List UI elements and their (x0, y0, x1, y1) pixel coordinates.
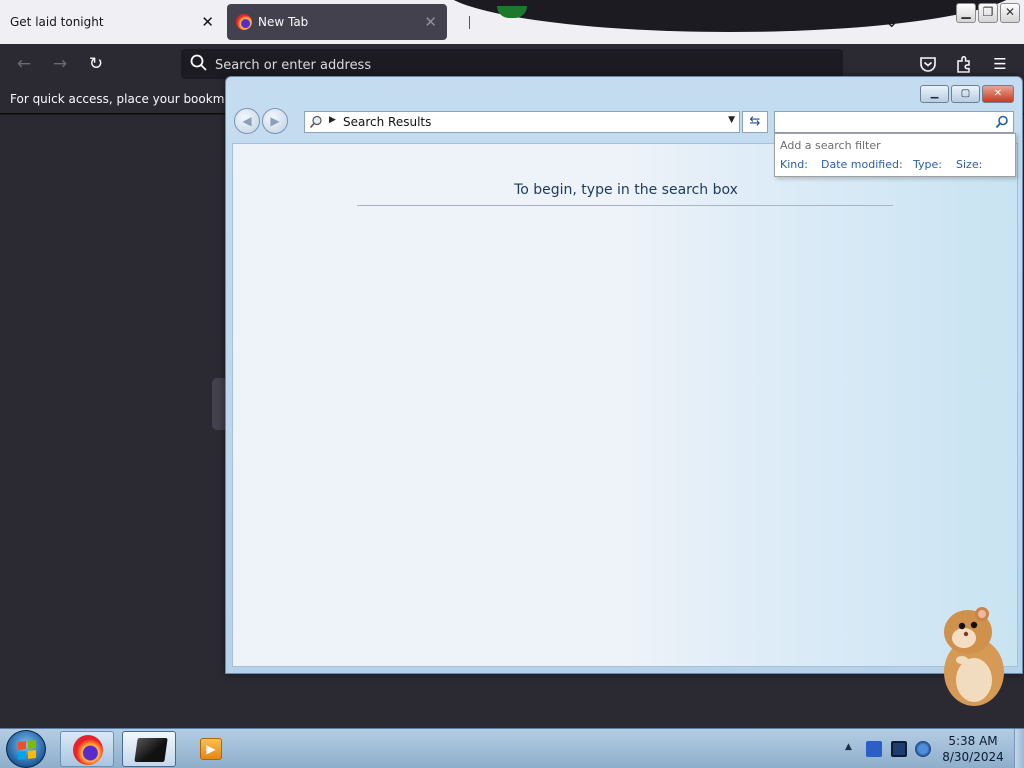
system-clock[interactable]: 5:38 AM 8/30/2024 (940, 733, 1006, 765)
explorer-window-icon (134, 738, 168, 762)
bookmarks-hint-text: For quick access, place your bookmarks h (10, 92, 262, 106)
filter-title: Add a search filter (780, 139, 881, 152)
forward-arrow-icon[interactable]: → (48, 52, 72, 76)
taskbar: ▶ ▲ 5:38 AM 8/30/2024 (0, 728, 1024, 768)
maximize-button[interactable]: ▢ (951, 85, 980, 103)
tab-new-tab[interactable]: New Tab ✕ (227, 4, 447, 40)
taskbar-firefox-button[interactable] (60, 731, 114, 767)
search-box[interactable] (774, 111, 1014, 133)
tab-close-icon[interactable]: ✕ (424, 13, 437, 31)
volume-icon[interactable] (915, 741, 931, 757)
filter-date-modified-link[interactable]: Date modified: (821, 158, 903, 171)
hamburger-menu-icon[interactable]: ☰ (990, 54, 1010, 74)
firefox-icon (73, 735, 103, 765)
search-icon (309, 115, 322, 129)
pocket-icon[interactable] (918, 54, 938, 74)
url-bar[interactable] (181, 49, 843, 79)
filter-size-link[interactable]: Size: (956, 158, 982, 171)
search-results-pane[interactable]: To begin, type in the search box (232, 143, 1018, 667)
back-arrow-icon[interactable]: ◀ (234, 108, 260, 134)
refresh-icon[interactable]: ⇆ (742, 111, 768, 133)
forward-arrow-icon[interactable]: ▶ (262, 108, 288, 134)
media-player-icon: ▶ (200, 738, 222, 760)
tab-get-laid-tonight[interactable]: Get laid tonight ✕ (0, 0, 226, 44)
network-monitor-icon[interactable] (891, 741, 907, 757)
filter-kind-link[interactable]: Kind: (780, 158, 808, 171)
tab-strip: Get laid tonight ✕ New Tab ✕ ⌄ ▁ ❐ ✕ (0, 0, 1024, 44)
theme-background-decoration (440, 0, 1020, 32)
dropdown-arrow-icon[interactable]: ▼ (728, 115, 735, 125)
search-icon[interactable] (995, 115, 1009, 129)
hamster-sticker-image (944, 607, 1004, 706)
firefox-icon (236, 14, 252, 30)
show-desktop-button[interactable] (1014, 729, 1024, 768)
search-icon (190, 54, 207, 71)
minimize-button[interactable]: ▁ (920, 85, 949, 103)
restore-button[interactable]: ❐ (978, 3, 998, 23)
explorer-nav-buttons: ◀ ▶ (234, 108, 288, 134)
tab-title: New Tab (258, 15, 309, 29)
explorer-window-controls: ▁ ▢ ✕ (920, 85, 1014, 103)
close-button[interactable]: ✕ (982, 85, 1014, 103)
explorer-address-bar[interactable]: ▶ Search Results ▼ (304, 111, 740, 133)
extensions-puzzle-icon[interactable] (954, 54, 974, 74)
chevron-down-icon[interactable]: ⌄ (885, 12, 898, 31)
breadcrumb[interactable]: Search Results (343, 115, 431, 129)
show-hidden-icons-arrow-icon[interactable]: ▲ (845, 742, 852, 752)
back-arrow-icon[interactable]: ← (12, 52, 36, 76)
tab-title: Get laid tonight (10, 15, 104, 29)
explorer-search-window: ▁ ▢ ✕ ◀ ▶ ▶ Search Results ▼ ⇆ To begin,… (225, 76, 1023, 674)
search-filter-dropdown: Add a search filter Kind: Date modified:… (774, 133, 1016, 177)
search-input[interactable] (778, 114, 988, 130)
address-input[interactable] (215, 55, 815, 75)
tray-app-icon[interactable] (866, 741, 882, 757)
close-button[interactable]: ✕ (1000, 3, 1020, 23)
breadcrumb-arrow-icon[interactable]: ▶ (329, 115, 336, 125)
minimize-button[interactable]: ▁ (956, 3, 976, 23)
tab-close-icon[interactable]: ✕ (201, 13, 214, 31)
divider (357, 205, 893, 206)
clock-time: 5:38 AM (948, 734, 998, 748)
empty-state-message: To begin, type in the search box (514, 182, 738, 198)
tab-separator (469, 16, 470, 29)
start-button[interactable] (6, 730, 46, 768)
clock-date: 8/30/2024 (942, 750, 1004, 764)
windows-logo-icon (18, 740, 36, 760)
taskbar-explorer-button[interactable] (122, 731, 176, 767)
filter-type-link[interactable]: Type: (913, 158, 942, 171)
browser-window-controls: ▁ ❐ ✕ (956, 3, 1020, 23)
taskbar-media-player-button[interactable]: ▶ (184, 731, 238, 767)
reload-icon[interactable]: ↻ (84, 52, 108, 76)
